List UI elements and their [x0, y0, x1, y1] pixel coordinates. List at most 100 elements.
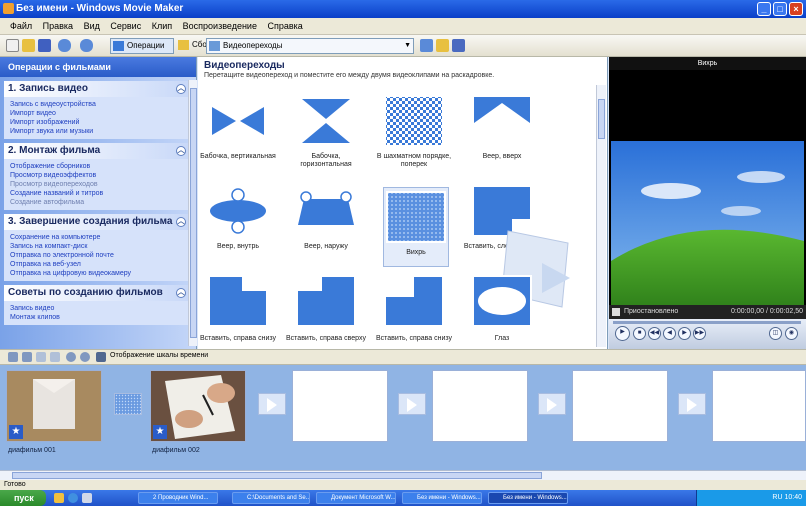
storyboard-view-icon[interactable] — [8, 352, 18, 362]
storyboard-clip[interactable]: ★ — [150, 370, 246, 442]
taskbar-item[interactable]: Документ Microsoft W... — [316, 492, 396, 504]
collapse-icon[interactable]: ︿ — [176, 84, 186, 94]
transition-checkerboard[interactable] — [384, 95, 444, 147]
quicklaunch-icon[interactable] — [82, 493, 92, 503]
empty-transition-slot[interactable] — [258, 393, 286, 415]
task-link[interactable]: Просмотр видеоэффектов — [10, 171, 190, 180]
transition-fan-in[interactable] — [208, 185, 268, 237]
previous-frame-icon[interactable]: ◀ — [663, 327, 676, 340]
close-button[interactable]: × — [789, 2, 803, 16]
quicklaunch-icon[interactable] — [68, 493, 78, 503]
task-section-title[interactable]: Советы по созданию фильмов ︿ — [4, 285, 190, 301]
task-link[interactable]: Запись с видеоустройства — [10, 100, 190, 109]
scrollbar-thumb[interactable] — [598, 99, 605, 139]
task-link[interactable]: Запись на компакт-диск — [10, 242, 190, 251]
task-section-title[interactable]: 3. Завершение создания фильма ︿ — [4, 214, 190, 230]
menu-edit[interactable]: Правка — [43, 21, 73, 31]
task-link[interactable]: Отправка по электронной почте — [10, 251, 190, 260]
forward-icon[interactable]: ▶▶ — [693, 327, 706, 340]
save-project-icon[interactable] — [38, 39, 51, 52]
task-link[interactable]: Отправка на цифровую видеокамеру — [10, 269, 190, 278]
taskbar-item[interactable]: Без имени - Windows... — [402, 492, 482, 504]
scrollbar-thumb[interactable] — [12, 472, 542, 479]
tasks-button[interactable]: Операции — [110, 38, 174, 54]
play-icon[interactable]: ▶ — [615, 326, 630, 341]
zoom-out-icon[interactable] — [50, 352, 60, 362]
transition-inset-down-right-2[interactable] — [384, 275, 444, 327]
clip-effect-star-icon[interactable]: ★ — [9, 425, 23, 439]
task-section-title[interactable]: 2. Монтаж фильма ︿ — [4, 143, 190, 159]
zoom-in-icon[interactable] — [36, 352, 46, 362]
next-frame-icon[interactable]: ▶ — [678, 327, 691, 340]
menu-help[interactable]: Справка — [267, 21, 302, 31]
open-project-icon[interactable] — [22, 39, 35, 52]
empty-clip-slot[interactable] — [432, 370, 528, 442]
collapse-icon[interactable]: ︿ — [176, 146, 186, 156]
up-folder-icon[interactable] — [420, 39, 433, 52]
collapse-icon[interactable]: ︿ — [176, 217, 186, 227]
taskbar-item-active[interactable]: Без имени - Windows... — [488, 492, 568, 504]
empty-transition-slot[interactable] — [398, 393, 426, 415]
transition-eye[interactable] — [472, 275, 532, 327]
task-link[interactable]: Отображение сборников — [10, 162, 190, 171]
storyboard-transition[interactable] — [114, 393, 142, 415]
task-section-title[interactable]: 1. Запись видео ︿ — [4, 81, 190, 97]
empty-clip-slot[interactable] — [572, 370, 668, 442]
clip-effect-star-icon[interactable]: ★ — [153, 425, 167, 439]
undo-icon[interactable] — [58, 39, 71, 52]
storyboard-clip[interactable]: ★ — [6, 370, 102, 442]
task-link[interactable]: Просмотр видеопереходов — [10, 180, 190, 189]
storyboard-scrollbar[interactable] — [0, 470, 806, 480]
taskbar-item[interactable]: C:\Documents and Se... — [232, 492, 310, 504]
narration-icon[interactable] — [22, 352, 32, 362]
content-scrollbar[interactable] — [596, 85, 606, 347]
transition-butterfly-vertical[interactable] — [208, 95, 268, 147]
split-icon[interactable]: ◫ — [769, 327, 782, 340]
empty-transition-slot[interactable] — [538, 393, 566, 415]
transition-inset-up-right[interactable] — [296, 275, 356, 327]
maximize-button[interactable]: □ — [773, 2, 787, 16]
timeline-toggle-label[interactable]: Отображение шкалы времени — [110, 352, 208, 359]
transition-butterfly-horizontal[interactable] — [296, 95, 356, 147]
task-link[interactable]: Монтаж клипов — [10, 313, 190, 322]
play-storyboard-icon[interactable] — [80, 352, 90, 362]
new-folder-icon[interactable] — [436, 39, 449, 52]
task-link[interactable]: Импорт звука или музыки — [10, 127, 190, 136]
menu-playback[interactable]: Воспроизведение — [183, 21, 257, 31]
menu-file[interactable]: Файл — [10, 21, 32, 31]
empty-clip-slot[interactable] — [712, 370, 806, 442]
views-icon[interactable] — [452, 39, 465, 52]
transition-whirlwind[interactable] — [386, 191, 446, 243]
stop-icon[interactable]: ■ — [633, 327, 646, 340]
collection-select[interactable]: Видеопереходы ▼ — [206, 38, 414, 54]
transition-fan-up[interactable] — [472, 95, 532, 147]
transition-inset-down-right[interactable] — [208, 275, 268, 327]
menu-clip[interactable]: Клип — [152, 21, 172, 31]
task-link[interactable]: Отправка на веб-узел — [10, 260, 190, 269]
rewind-storyboard-icon[interactable] — [66, 352, 76, 362]
task-link[interactable]: Создание автофильма — [10, 198, 190, 207]
transition-fan-out[interactable] — [296, 185, 356, 237]
minimize-button[interactable]: _ — [757, 2, 771, 16]
scrollbar-thumb[interactable] — [190, 88, 197, 338]
new-project-icon[interactable] — [6, 39, 19, 52]
task-link[interactable]: Сохранение на компьютере — [10, 233, 190, 242]
task-link[interactable]: Создание названий и титров — [10, 189, 190, 198]
start-button[interactable]: пуск — [0, 490, 46, 506]
task-link[interactable]: Запись видео — [10, 304, 190, 313]
menu-view[interactable]: Вид — [84, 21, 100, 31]
menu-tools[interactable]: Сервис — [110, 21, 141, 31]
rewind-icon[interactable]: ◀◀ — [648, 327, 661, 340]
task-link[interactable]: Импорт изображений — [10, 118, 190, 127]
redo-icon[interactable] — [80, 39, 93, 52]
quicklaunch-icon[interactable] — [54, 493, 64, 503]
taskbar-item[interactable]: 2 Проводник Wind... — [138, 492, 218, 504]
empty-transition-slot[interactable] — [678, 393, 706, 415]
timeline-toggle-icon[interactable] — [96, 352, 106, 362]
collapse-icon[interactable]: ︿ — [176, 288, 186, 298]
empty-clip-slot[interactable] — [292, 370, 388, 442]
task-link[interactable]: Импорт видео — [10, 109, 190, 118]
snapshot-icon[interactable]: ◉ — [785, 327, 798, 340]
seek-bar[interactable] — [613, 321, 801, 324]
tasks-scrollbar[interactable] — [188, 80, 197, 346]
